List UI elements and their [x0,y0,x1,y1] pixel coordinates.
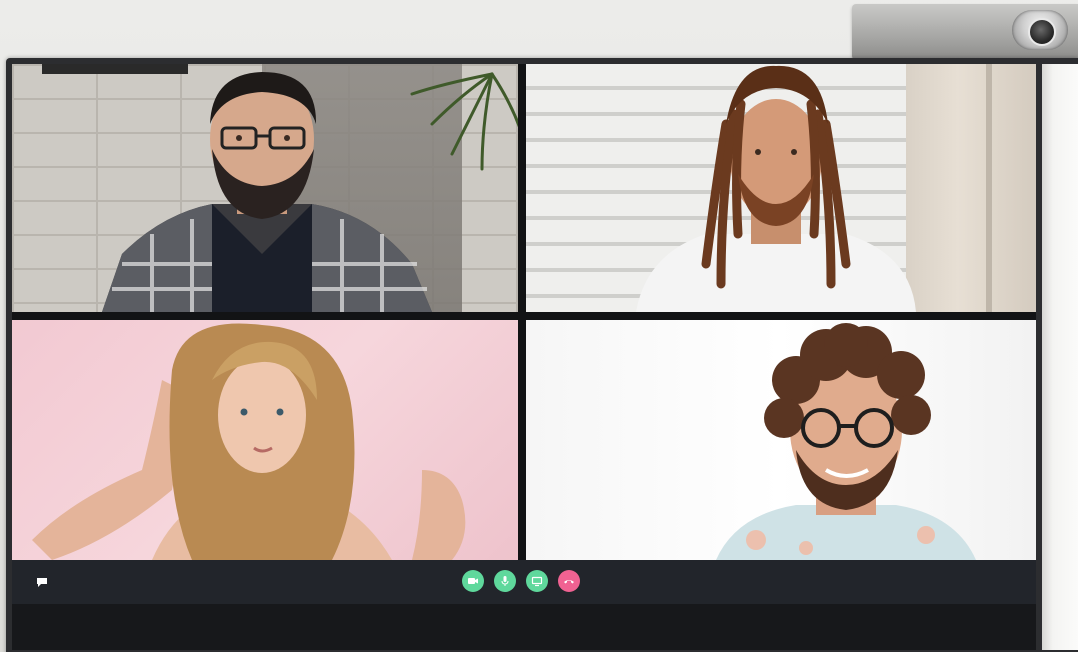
video-call-window [12,64,1036,650]
monitor [6,58,1078,652]
participant-tile-4[interactable] [526,320,1036,560]
camera-toggle-button[interactable] [462,570,484,592]
end-call-button[interactable] [558,570,580,592]
participant-video-3 [32,323,466,560]
microphone-toggle-button[interactable] [494,570,516,592]
participant-tile-2[interactable] [526,64,1036,312]
microphone-icon [501,576,509,586]
window-edge [1042,64,1078,650]
webcam-lens-icon [1012,10,1068,50]
call-controls [462,570,580,592]
participant-video-4 [716,323,976,560]
call-control-bar [12,560,1036,604]
participant-video-1 [102,72,432,312]
chat-button[interactable] [34,574,50,590]
video-camera-icon [468,578,478,584]
participant-tile-3[interactable] [12,320,518,560]
participant-tile-1[interactable] [12,64,518,312]
screen-share-button[interactable] [526,570,548,592]
taskbar-area [12,604,1036,650]
phone-hangup-icon [564,580,574,584]
participant-video-2 [636,65,916,312]
wall-trim [986,64,992,312]
webcam [852,4,1078,60]
chat-bubble-icon [37,577,47,587]
screen-share-icon [531,576,543,587]
